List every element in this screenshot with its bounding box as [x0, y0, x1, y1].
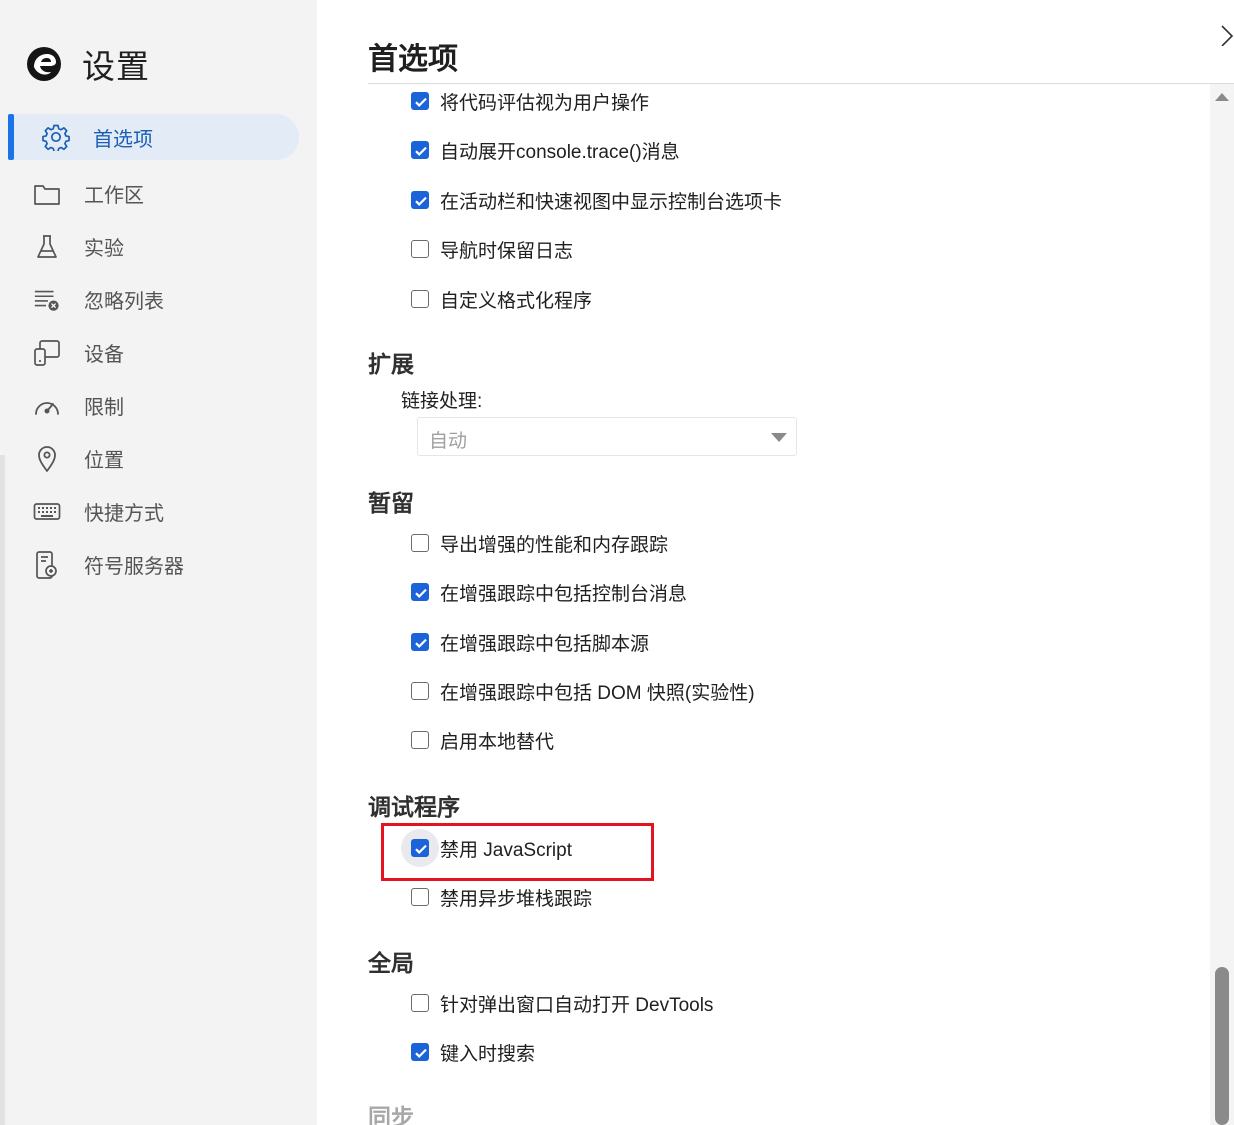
checkbox-row[interactable]: 在增强跟踪中包括控制台消息: [411, 579, 687, 605]
sidebar-item-label: 符号服务器: [84, 556, 184, 578]
checkbox-label: 将代码评估视为用户操作: [440, 92, 650, 114]
checkbox-row[interactable]: 在增强跟踪中包括 DOM 快照(实验性): [411, 678, 755, 704]
sidebar-item-preferences[interactable]: 首选项: [8, 114, 299, 160]
checkbox-row[interactable]: 自动展开console.trace()消息: [411, 137, 680, 163]
checkbox-unchecked[interactable]: [411, 534, 429, 552]
sidebar: 设置 首选项 工作区 实验 忽略列表 设备 限制 位置 快捷方式 符号服务器: [0, 0, 317, 1125]
checkbox-unchecked[interactable]: [411, 682, 429, 700]
location-pin-icon: [33, 445, 61, 473]
section-heading-global: 全局: [368, 950, 414, 976]
checkbox-checked[interactable]: [411, 633, 429, 651]
sidebar-item-label: 首选项: [93, 128, 153, 151]
brand: 设置: [26, 40, 150, 88]
checkbox-unchecked[interactable]: [411, 240, 429, 258]
checkbox-row[interactable]: 键入时搜索: [411, 1039, 535, 1065]
sidebar-item-devices[interactable]: 设备: [0, 326, 317, 379]
edge-logo-icon: [27, 47, 61, 81]
checkbox-unchecked[interactable]: [411, 290, 429, 308]
checkbox-row[interactable]: 自定义格式化程序: [411, 286, 592, 312]
checkmark-icon: [415, 97, 427, 107]
checkbox-label: 在活动栏和快速视图中显示控制台选项卡: [440, 191, 783, 213]
checkmark-icon: [415, 146, 427, 156]
section-heading-sync: 同步: [368, 1104, 414, 1125]
select-value: 自动: [429, 431, 468, 452]
checkbox-row[interactable]: 针对弹出窗口自动打开 DevTools: [411, 990, 713, 1016]
sidebar-item-label: 实验: [84, 238, 124, 260]
checkmark-icon: [415, 1048, 427, 1058]
checkbox-label: 在增强跟踪中包括脚本源: [440, 633, 650, 655]
sidebar-item-workspace[interactable]: 工作区: [0, 167, 317, 220]
checkmark-icon: [415, 638, 427, 648]
checkmark-icon: [415, 588, 427, 598]
settings-title: 设置: [82, 48, 150, 85]
checkbox-unchecked[interactable]: [411, 888, 429, 906]
checkbox-label: 在增强跟踪中包括控制台消息: [440, 583, 688, 605]
section-heading-debugger: 调试程序: [368, 794, 460, 820]
sidebar-item-symbol-server[interactable]: 符号服务器: [0, 538, 317, 591]
section-heading-persistence: 暂留: [368, 490, 414, 516]
checkbox-label: 禁用异步堆栈跟踪: [440, 888, 593, 910]
checkbox-row[interactable]: 在活动栏和快速视图中显示控制台选项卡: [411, 187, 782, 213]
checkbox-checked[interactable]: [411, 141, 429, 159]
devices-icon: [33, 339, 61, 367]
sidebar-item-label: 工作区: [84, 185, 144, 207]
dropdown-arrow-icon: [771, 433, 787, 442]
sidebar-item-locations[interactable]: 位置: [0, 432, 317, 485]
checkbox-label: 自定义格式化程序: [440, 290, 593, 312]
checkmark-icon: [415, 196, 427, 206]
sidebar-item-throttling[interactable]: 限制: [0, 379, 317, 432]
flask-icon: [33, 233, 61, 261]
sidebar-item-label: 设备: [84, 344, 124, 366]
scroll-up-arrow-icon[interactable]: [1214, 92, 1230, 102]
checkbox-label: 导出增强的性能和内存跟踪: [440, 534, 669, 556]
sidebar-nav: 首选项 工作区 实验 忽略列表 设备 限制 位置 快捷方式 符号服务器: [0, 114, 317, 591]
checkbox-row[interactable]: 在增强跟踪中包括脚本源: [411, 629, 649, 655]
checkbox-label: 自动展开console.trace()消息: [440, 141, 680, 163]
close-icon[interactable]: [1220, 22, 1234, 46]
sidebar-item-label: 忽略列表: [84, 291, 164, 313]
checkbox-unchecked[interactable]: [411, 731, 429, 749]
checkbox-row[interactable]: 导出增强的性能和内存跟踪: [411, 530, 668, 556]
checkbox-checked[interactable]: [411, 583, 429, 601]
link-handling-label: 链接处理:: [401, 391, 483, 412]
gear-icon: [42, 123, 70, 151]
title-divider: [368, 83, 1234, 84]
sidebar-item-shortcuts[interactable]: 快捷方式: [0, 485, 317, 538]
highlight-annotation-box: [381, 823, 654, 881]
main-panel: 首选项 将代码评估视为用户操作 自动展开console.trace()消息 在活…: [317, 0, 1234, 1125]
checkbox-label: 键入时搜索: [440, 1043, 536, 1065]
checkbox-label: 针对弹出窗口自动打开 DevTools: [440, 994, 714, 1016]
sidebar-item-experiments[interactable]: 实验: [0, 220, 317, 273]
page-title: 首选项: [368, 43, 458, 76]
checkbox-row[interactable]: 启用本地替代: [411, 727, 554, 753]
checkbox-unchecked[interactable]: [411, 994, 429, 1012]
sidebar-item-label: 位置: [84, 450, 124, 472]
checkbox-checked[interactable]: [411, 191, 429, 209]
link-handling-select[interactable]: 自动: [417, 417, 797, 456]
checkbox-label: 在增强跟踪中包括 DOM 快照(实验性): [440, 682, 755, 704]
checkbox-row[interactable]: 禁用异步堆栈跟踪: [411, 884, 592, 910]
sidebar-item-label: 限制: [84, 397, 124, 419]
symbol-server-icon: [33, 550, 61, 579]
checkbox-checked[interactable]: [411, 1043, 429, 1061]
checkbox-row[interactable]: 导航时保留日志: [411, 236, 573, 262]
section-heading-extensions: 扩展: [368, 351, 414, 377]
checkbox-checked[interactable]: [411, 92, 429, 110]
checkbox-label: 导航时保留日志: [440, 240, 574, 262]
sidebar-item-ignore-list[interactable]: 忽略列表: [0, 273, 317, 326]
checkbox-label: 启用本地替代: [440, 731, 555, 753]
checkbox-row[interactable]: 将代码评估视为用户操作: [411, 88, 649, 114]
sidebar-item-label: 快捷方式: [84, 503, 164, 525]
ignore-list-icon: [33, 286, 61, 314]
folder-icon: [33, 180, 61, 208]
gauge-icon: [33, 392, 61, 420]
keyboard-icon: [33, 498, 61, 526]
scrollbar-thumb[interactable]: [1215, 967, 1229, 1125]
